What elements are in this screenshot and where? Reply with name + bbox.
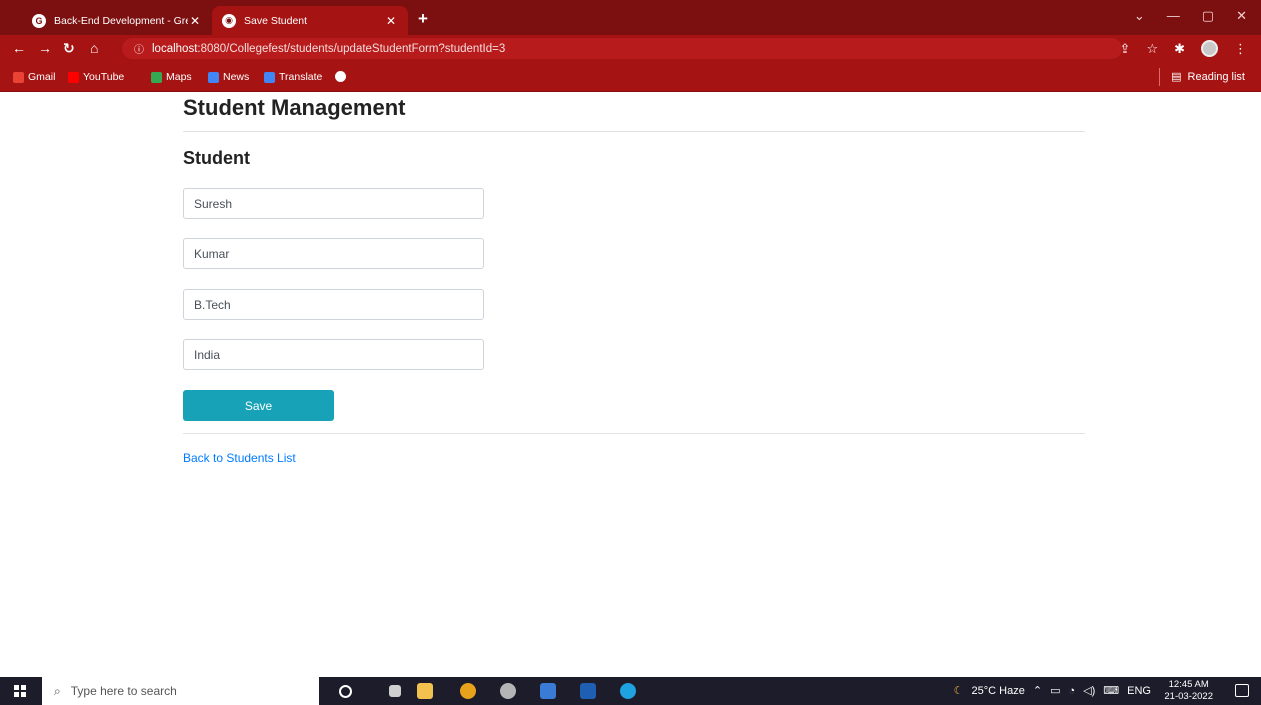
info-icon[interactable]: ⓘ xyxy=(134,41,144,56)
divider xyxy=(1159,68,1161,86)
reading-list-icon: ▤ xyxy=(1171,71,1182,83)
bookmark-translate[interactable]: Translate xyxy=(264,71,322,83)
divider xyxy=(183,433,1085,434)
system-tray: ☾ 25°C Haze ⌃ ▭ ◔ ◁) ⌨ ENG xyxy=(953,684,1151,698)
form-title: Student xyxy=(183,148,250,168)
page-content: Student Management Student Save Back to … xyxy=(0,92,1261,677)
weather-text[interactable]: 25°C Haze xyxy=(972,685,1025,697)
new-tab-button[interactable]: + xyxy=(418,9,428,29)
battery-icon[interactable]: ▭ xyxy=(1050,684,1060,697)
bookmark-youtube[interactable]: YouTube xyxy=(68,71,124,83)
clock-time: 12:45 AM xyxy=(1168,679,1209,690)
keyboard-icon[interactable]: ⌨ xyxy=(1103,684,1119,697)
last-name-field[interactable] xyxy=(183,238,484,269)
globe-icon xyxy=(335,71,346,82)
settings-app-icon[interactable] xyxy=(500,683,516,699)
volume-icon[interactable]: ◁) xyxy=(1083,684,1095,697)
cortana-icon[interactable] xyxy=(339,685,352,698)
app-icon[interactable] xyxy=(540,683,556,699)
country-field[interactable] xyxy=(183,339,484,370)
bookmark-maps[interactable]: Maps xyxy=(151,71,192,83)
save-button[interactable]: Save xyxy=(183,390,334,421)
chrome-icon[interactable] xyxy=(460,683,476,699)
reading-list-button[interactable]: ▤ Reading list xyxy=(1159,68,1245,86)
globe-favicon-icon: ◉ xyxy=(222,13,236,28)
window-controls: ⌄ — ▢ ✕ xyxy=(1134,8,1247,24)
course-field[interactable] xyxy=(183,289,484,320)
language-indicator[interactable]: ENG xyxy=(1127,685,1151,697)
page-title: Student Management xyxy=(183,95,406,120)
bookmark-star-icon[interactable]: ☆ xyxy=(1146,41,1158,57)
back-arrow-icon[interactable]: ← xyxy=(12,40,26,56)
close-window-icon[interactable]: ✕ xyxy=(1236,8,1247,24)
clock-date: 21-03-2022 xyxy=(1164,691,1213,702)
browser-tab-active[interactable]: ◉ Save Student ✕ xyxy=(212,6,408,35)
toolbar-actions: ⇪ ☆ ✱ ⋮ xyxy=(1120,40,1247,57)
bookmark-gmail[interactable]: Gmail xyxy=(13,71,55,83)
bookmarks-bar: Gmail YouTube Maps News Translate ▤ Read… xyxy=(0,62,1261,92)
first-name-field[interactable] xyxy=(183,188,484,219)
close-tab-icon[interactable]: ✕ xyxy=(384,14,398,28)
menu-dots-icon[interactable]: ⋮ xyxy=(1234,41,1247,57)
wifi-icon[interactable]: ◔ xyxy=(1068,685,1075,697)
youtube-icon xyxy=(68,71,79,83)
weather-icon: ☾ xyxy=(953,685,964,697)
forward-arrow-icon[interactable]: → xyxy=(38,40,52,56)
close-tab-icon[interactable]: ✕ xyxy=(188,14,202,28)
taskbar-search[interactable]: ⌕ Type here to search xyxy=(42,677,319,705)
minimize-icon[interactable]: — xyxy=(1167,8,1180,24)
bookmark-news[interactable]: News xyxy=(208,71,249,83)
translate-icon xyxy=(264,71,275,83)
chevron-up-icon[interactable]: ⌃ xyxy=(1033,684,1042,697)
windows-start-icon[interactable] xyxy=(14,685,26,697)
back-to-list-link[interactable]: Back to Students List xyxy=(183,451,296,465)
chevron-down-icon[interactable]: ⌄ xyxy=(1134,8,1145,24)
gmail-icon xyxy=(13,71,24,83)
share-icon[interactable]: ⇪ xyxy=(1120,41,1131,57)
profile-avatar[interactable] xyxy=(1201,40,1218,57)
search-icon: ⌕ xyxy=(54,683,61,698)
url-path: :8080/Collegefest/students/updateStudent… xyxy=(197,42,506,55)
bookmark-globe[interactable] xyxy=(335,71,346,82)
news-icon xyxy=(208,71,219,83)
divider xyxy=(183,131,1085,132)
edge-icon[interactable] xyxy=(620,683,636,699)
windows-taskbar: ⌕ Type here to search ☾ 25°C Haze ⌃ ▭ ◔ … xyxy=(0,677,1261,705)
maximize-icon[interactable]: ▢ xyxy=(1202,8,1214,24)
notification-icon[interactable] xyxy=(1235,684,1249,697)
reload-icon[interactable]: ↻ xyxy=(63,40,75,57)
task-view-icon[interactable] xyxy=(389,685,401,697)
maps-icon xyxy=(151,71,162,83)
address-toolbar: ← → ↻ ⌂ ⓘ localhost:8080/Collegefest/stu… xyxy=(0,35,1261,62)
browser-tab-strip: G Back-End Development - Great L ✕ ◉ Sav… xyxy=(0,0,1261,35)
clock[interactable]: 12:45 AM 21-03-2022 xyxy=(1164,679,1213,703)
url-bar[interactable]: ⓘ localhost:8080/Collegefest/students/up… xyxy=(122,38,1122,59)
tab-title: Back-End Development - Great L xyxy=(54,14,188,27)
extensions-icon[interactable]: ✱ xyxy=(1174,41,1185,57)
notes-app-icon[interactable] xyxy=(580,683,596,699)
file-explorer-icon[interactable] xyxy=(417,683,433,699)
url-host: localhost xyxy=(152,42,198,55)
google-favicon-icon: G xyxy=(32,13,46,28)
browser-tab[interactable]: G Back-End Development - Great L ✕ xyxy=(22,6,212,35)
search-placeholder: Type here to search xyxy=(70,684,177,698)
home-icon[interactable]: ⌂ xyxy=(90,40,98,56)
tab-title: Save Student xyxy=(244,14,308,27)
